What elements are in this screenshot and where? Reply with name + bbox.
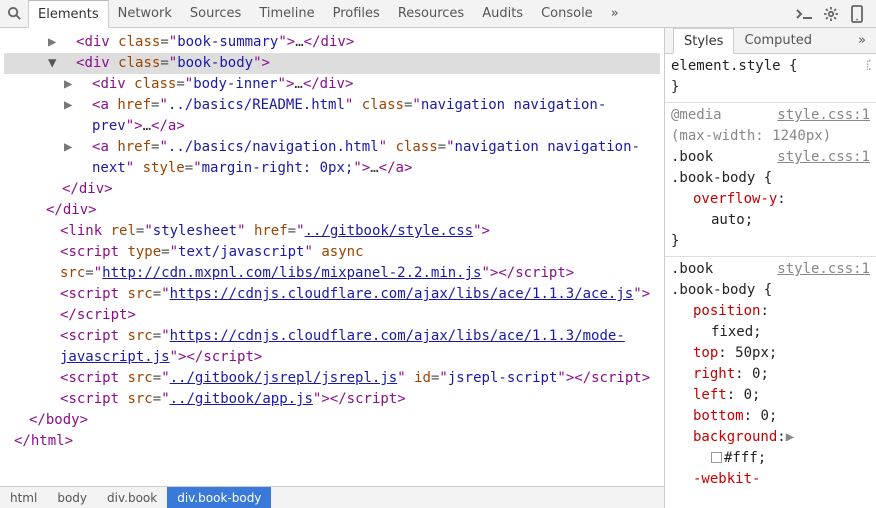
tab-network[interactable]: Network <box>109 0 181 27</box>
dom-tree[interactable]: ▶<div class="book-summary">…</div> ▼<div… <box>0 28 664 486</box>
drawer-toggle-icon[interactable] <box>792 7 818 21</box>
crumb-body[interactable]: body <box>47 487 97 508</box>
collapse-arrow-icon[interactable]: ▼ <box>62 53 76 74</box>
dom-node[interactable]: <script src="https://cdnjs.cloudflare.co… <box>4 326 660 368</box>
style-rule-element[interactable]: ⁞⁚ element.style { } <box>665 54 876 103</box>
style-rule-media[interactable]: @media style.css:1 (max-width: 1240px) .… <box>665 103 876 257</box>
tab-audits[interactable]: Audits <box>473 0 532 27</box>
devtools-toolbar: Elements Network Sources Timeline Profil… <box>0 0 876 28</box>
tab-timeline[interactable]: Timeline <box>250 0 323 27</box>
element-state-icon[interactable]: ⁞⁚ <box>866 56 870 77</box>
tab-resources[interactable]: Resources <box>389 0 473 27</box>
crumb-book[interactable]: div.book <box>97 487 167 508</box>
dom-node[interactable]: ▶<div class="book-summary">…</div> <box>4 32 660 53</box>
side-tab-overflow[interactable]: » <box>848 28 876 53</box>
dom-node[interactable]: ▶<a href="../basics/navigation.html" cla… <box>4 137 660 179</box>
dom-node[interactable]: <script src="../gitbook/jsrepl/jsrepl.js… <box>4 368 660 389</box>
toolbar-right <box>792 0 876 27</box>
crumb-book-body[interactable]: div.book-body <box>167 487 271 508</box>
side-tab-computed[interactable]: Computed <box>734 28 822 53</box>
dom-node-selected[interactable]: ▼<div class="book-body"> <box>4 53 660 74</box>
search-icon[interactable] <box>0 0 28 27</box>
main-split: ▶<div class="book-summary">…</div> ▼<div… <box>0 28 876 508</box>
dom-closing-tag[interactable]: </div> <box>4 200 660 221</box>
media-query-text: (max-width: 1240px) <box>671 126 870 147</box>
dom-node[interactable]: <script src="https://cdnjs.cloudflare.co… <box>4 284 660 326</box>
source-link[interactable]: style.css:1 <box>777 259 870 280</box>
dom-closing-tag[interactable]: </div> <box>4 179 660 200</box>
source-link[interactable]: style.css:1 <box>777 105 870 126</box>
tab-sources[interactable]: Sources <box>181 0 250 27</box>
source-link[interactable]: style.css:1 <box>777 147 870 168</box>
styles-sidebar: Styles Computed » ⁞⁚ element.style { } @… <box>664 28 876 508</box>
device-mode-icon[interactable] <box>844 5 870 23</box>
dom-node[interactable]: <link rel="stylesheet" href="../gitbook/… <box>4 221 660 242</box>
expand-arrow-icon[interactable]: ▶ <box>62 32 76 53</box>
dom-closing-tag[interactable]: </body> <box>4 410 660 431</box>
color-swatch-icon[interactable] <box>711 452 722 463</box>
expand-arrow-icon[interactable]: ▶ <box>78 74 92 95</box>
expand-tri-icon[interactable]: ▶ <box>786 429 794 445</box>
crumb-html[interactable]: html <box>0 487 47 508</box>
breadcrumb: html body div.book div.book-body <box>0 486 664 508</box>
panel-tabs: Elements Network Sources Timeline Profil… <box>28 0 792 27</box>
dom-node[interactable]: ▶<a href="../basics/README.html" class="… <box>4 95 660 137</box>
elements-panel: ▶<div class="book-summary">…</div> ▼<div… <box>0 28 664 508</box>
expand-arrow-icon[interactable]: ▶ <box>78 95 92 116</box>
sidebar-tabs: Styles Computed » <box>665 28 876 54</box>
tab-elements[interactable]: Elements <box>28 0 109 28</box>
dom-closing-tag[interactable]: </html> <box>4 431 660 452</box>
dom-node[interactable]: <script src="../gitbook/app.js"></script… <box>4 389 660 410</box>
style-rule-main[interactable]: .book style.css:1 .book-body { position:… <box>665 257 876 494</box>
gear-icon[interactable] <box>818 6 844 22</box>
styles-list[interactable]: ⁞⁚ element.style { } @media style.css:1 … <box>665 54 876 508</box>
dom-node[interactable]: ▶<div class="body-inner">…</div> <box>4 74 660 95</box>
tab-overflow[interactable]: » <box>602 0 628 27</box>
expand-arrow-icon[interactable]: ▶ <box>78 137 92 158</box>
tab-profiles[interactable]: Profiles <box>324 0 389 27</box>
tab-console[interactable]: Console <box>532 0 602 27</box>
side-tab-styles[interactable]: Styles <box>673 28 734 54</box>
dom-node[interactable]: <script type="text/javascript" async src… <box>4 242 660 284</box>
